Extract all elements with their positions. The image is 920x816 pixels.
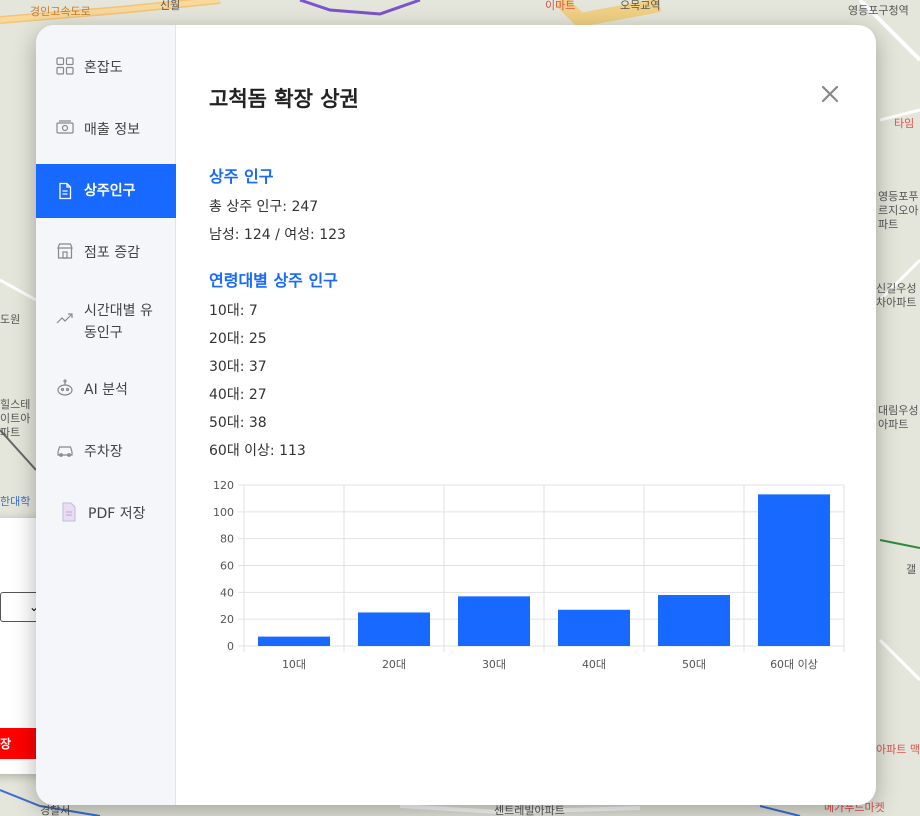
modal-title: 고척돔 확장 상권 <box>209 87 359 111</box>
y-tick-label: 120 <box>213 479 234 492</box>
y-tick-label: 60 <box>220 560 234 573</box>
bar <box>558 609 630 646</box>
y-tick-label: 40 <box>220 586 234 599</box>
map-label: 신길우성차아파트 <box>876 282 917 309</box>
age-bar-chart: 0 20 40 60 80 100 120 10대 20대 30대 40대 50대 60대 이상 <box>213 479 845 671</box>
map-label: 갤 <box>906 563 917 576</box>
x-tick-label: 10대 <box>282 658 306 671</box>
x-tick-label: 60대 이상 <box>770 658 818 671</box>
bar <box>358 612 430 646</box>
nav-item-label: 상주인구 <box>84 183 136 199</box>
bar <box>658 595 730 646</box>
map-label: 영등포푸르지오아파트 <box>878 190 919 231</box>
resident-gender: 남성: 124 / 여성: 123 <box>209 227 346 243</box>
report-modal: 혼잡도 매출 정보 상주인구 점포 증감 시간대별 유동인구 AI 분석 주차장… <box>36 25 876 805</box>
x-tick-label: 30대 <box>482 658 506 671</box>
nav-item-label: 주차장 <box>84 444 123 460</box>
store-icon <box>56 242 74 260</box>
bar <box>458 596 530 646</box>
resident-total: 총 상주 인구: 247 <box>209 199 319 215</box>
nav-item-stores[interactable]: 점포 증감 <box>36 242 176 264</box>
x-tick-label: 20대 <box>382 658 406 671</box>
close-icon[interactable] <box>819 83 841 105</box>
pdf-icon <box>60 502 78 522</box>
x-tick-label: 50대 <box>682 658 706 671</box>
age-section-title: 연령대별 상주 인구 <box>209 271 338 290</box>
nav-item-ai-analysis[interactable]: AI 분석 <box>36 379 176 401</box>
y-tick-label: 80 <box>220 533 234 546</box>
map-label: 신월 <box>160 0 181 12</box>
modal-content: 고척돔 확장 상권 상주 인구 총 상주 인구: 247 남성: 124 / 여… <box>176 25 876 805</box>
trend-icon <box>56 310 74 328</box>
nav-item-congestion[interactable]: 혼잡도 <box>36 57 176 79</box>
nav-item-label: 매출 정보 <box>84 122 140 138</box>
nav-item-sales[interactable]: 매출 정보 <box>36 119 176 141</box>
age-line: 10대: 7 <box>209 303 258 319</box>
nav-item-hourly-flow[interactable]: 시간대별 유동인구 <box>36 300 176 344</box>
age-line: 20대: 25 <box>209 331 267 347</box>
modal-sidebar: 혼잡도 매출 정보 상주인구 점포 증감 시간대별 유동인구 AI 분석 주차장… <box>36 25 176 805</box>
map-label: 경인고속도로 <box>30 5 91 18</box>
bar <box>758 494 830 646</box>
map-label: 대림우성아파트 <box>878 404 919 431</box>
age-line: 30대: 37 <box>209 359 267 375</box>
map-label: 센트레빌아파트 <box>494 804 565 816</box>
side-action-button-label: 장 <box>0 737 12 751</box>
nav-item-label: 혼잡도 <box>84 60 123 76</box>
map-label: 한대학 <box>0 496 31 507</box>
map-label: 아파트 맥스 <box>876 744 920 755</box>
nav-item-parking[interactable]: 주차장 <box>36 441 176 463</box>
age-line: 60대 이상: 113 <box>209 443 306 459</box>
car-icon <box>56 441 74 459</box>
x-tick-label: 40대 <box>582 658 606 671</box>
grid-icon <box>56 57 74 75</box>
map-label: 경찰서 <box>40 804 71 816</box>
y-tick-label: 20 <box>220 613 234 626</box>
nav-item-label: PDF 저장 <box>88 506 146 522</box>
map-label: 이마트 <box>545 0 576 12</box>
nav-item-label: AI 분석 <box>84 382 128 398</box>
nav-item-residents[interactable]: 상주인구 <box>36 164 176 218</box>
nav-item-pdf[interactable]: PDF 저장 <box>36 502 176 525</box>
map-label: 힐스테이트아파트 <box>0 398 31 439</box>
bar <box>258 636 330 646</box>
map-label: 오목교역 <box>620 0 661 12</box>
nav-item-label: 시간대별 유동인구 <box>84 303 153 341</box>
map-label: 영등포구청역 <box>848 5 909 16</box>
money-icon <box>56 119 74 137</box>
map-label: 도원 <box>0 314 21 325</box>
y-tick-label: 0 <box>227 640 234 653</box>
resident-section-title: 상주 인구 <box>209 167 274 186</box>
y-tick-label: 100 <box>213 506 234 519</box>
nav-item-label: 점포 증감 <box>84 245 140 261</box>
document-icon <box>56 182 74 200</box>
map-label: 타임 <box>894 118 915 129</box>
age-line: 50대: 38 <box>209 415 267 431</box>
age-line: 40대: 27 <box>209 387 267 403</box>
robot-icon <box>56 379 74 397</box>
